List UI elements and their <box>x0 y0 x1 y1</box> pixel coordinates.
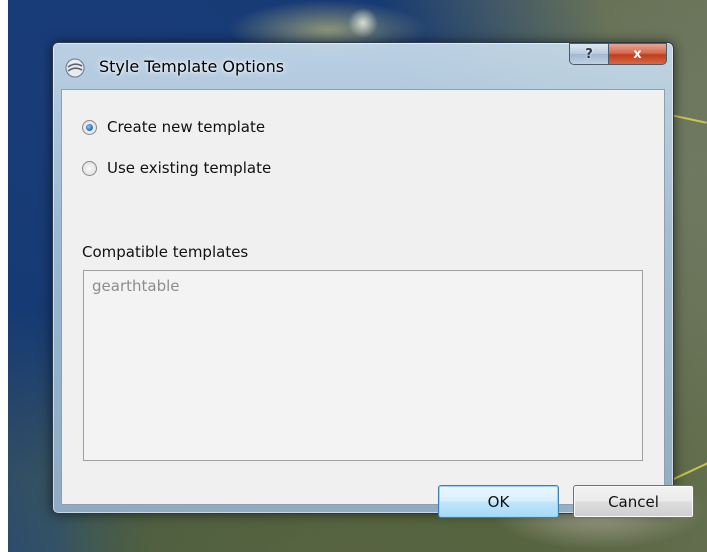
close-icon: x <box>633 46 642 62</box>
ok-button[interactable]: OK <box>438 485 559 518</box>
cancel-button[interactable]: Cancel <box>573 485 694 518</box>
compatible-templates-list[interactable]: gearthtable <box>83 270 643 461</box>
help-button[interactable]: ? <box>569 43 609 65</box>
close-button[interactable]: x <box>609 43 667 65</box>
use-existing-label: Use existing template <box>107 159 272 177</box>
create-new-template-option[interactable]: Create new template <box>82 118 265 136</box>
dialog-content: Create new template Use existing templat… <box>61 89 694 518</box>
title-bar: Style Template Options ? x <box>53 43 673 89</box>
google-earth-icon <box>65 58 85 78</box>
compatible-templates-label: Compatible templates <box>82 243 249 261</box>
use-existing-radio[interactable] <box>82 160 97 176</box>
create-new-label: Create new template <box>107 118 266 136</box>
dialog-title: Style Template Options <box>99 57 285 76</box>
list-item[interactable]: gearthtable <box>92 277 180 295</box>
create-new-radio[interactable] <box>82 119 97 135</box>
help-icon: ? <box>585 46 593 62</box>
boundary-line <box>671 114 707 124</box>
style-template-options-dialog: Style Template Options ? x Create new te… <box>52 42 694 518</box>
use-existing-template-option[interactable]: Use existing template <box>82 159 271 177</box>
